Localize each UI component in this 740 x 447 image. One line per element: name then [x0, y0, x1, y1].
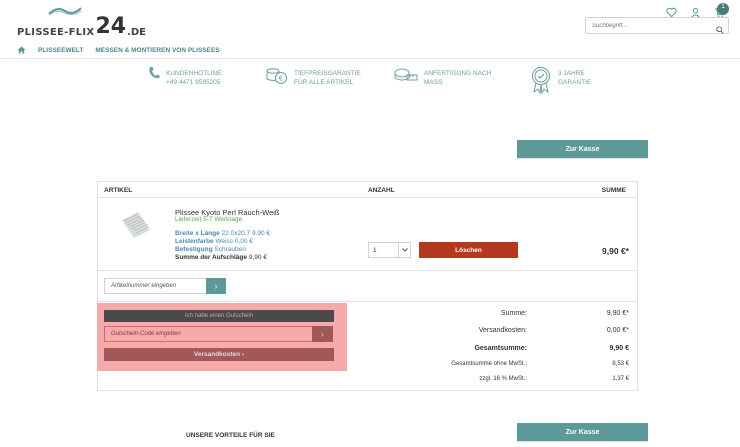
phone-icon	[148, 66, 160, 85]
quantity-select[interactable]: 1	[368, 242, 411, 258]
heart-icon[interactable]	[666, 5, 678, 18]
usp-tiefpreis-line2: FÜR ALLE ARTIKEL	[294, 78, 354, 86]
nav-item-plisseewelt[interactable]: PLISSEEWELT	[38, 47, 83, 54]
account-icon[interactable]	[690, 5, 702, 18]
logo-domain: .DE	[127, 27, 146, 38]
checkout-button-bottom[interactable]: Zur Kasse	[517, 423, 648, 441]
usp-hotline: KUNDENHOTLINE: +49 4471 9585205	[148, 66, 266, 99]
quantity-value: 1	[373, 246, 377, 254]
voucher-submit-button[interactable]: ›	[312, 326, 333, 342]
total-sum-label: Summe:	[500, 310, 527, 317]
search-box	[585, 17, 729, 34]
grand-total-label: Gesamtsumme:	[474, 345, 527, 352]
usp-bar: KUNDENHOTLINE: +49 4471 9585205 € TIEFPRE…	[148, 66, 591, 99]
svg-text:€: €	[279, 75, 283, 83]
nav-item-messen-montieren[interactable]: MESSEN & MONTIEREN VON PLISSEES	[95, 47, 219, 54]
usp-tiefpreis-line1: TIEFPREISGARANTIE	[294, 70, 361, 77]
col-sum: SUMME	[601, 187, 626, 194]
usp-anfertigung: ANFERTIGUNG NACH MASS	[394, 66, 530, 99]
article-number-submit-button[interactable]: ›	[206, 278, 226, 294]
net-total-label: Gesamtsumme ohne MwSt.:	[451, 361, 527, 367]
add-article-row: Artikelnummer eingeben ›	[98, 271, 637, 302]
benefits-heading: UNSERE VORTEILE FÜR SIE	[186, 432, 275, 439]
attr-mount: Befestigung Schrauben	[175, 246, 246, 253]
usp-garantie-line1: 3 JAHRE	[558, 70, 585, 77]
grand-total-value: 9,90 €	[609, 345, 629, 352]
total-sum-value: 9,90 €*	[606, 310, 629, 317]
article-number-input[interactable]: Artikelnummer eingeben	[104, 278, 207, 294]
cart-item-row: Plissee Kyoto Perl Rauch-Weiß Lieferzeit…	[98, 198, 637, 271]
measuring-tape-icon	[394, 66, 418, 89]
usp-hotline-line1: KUNDENHOTLINE:	[166, 70, 224, 77]
search-input[interactable]	[592, 22, 712, 29]
shipping-value: 0,00 €*	[606, 327, 629, 334]
search-icon[interactable]	[716, 21, 724, 39]
coins-euro-icon: €	[266, 66, 288, 91]
attr-mount-value: Schrauben	[214, 246, 246, 253]
usp-tiefpreis: € TIEFPREISGARANTIE FÜR ALLE ARTIKEL	[266, 66, 394, 99]
site-logo[interactable]: PLISSEE - FLIX 24 .DE	[17, 7, 146, 39]
checkout-button-top[interactable]: Zur Kasse	[517, 140, 648, 158]
usp-hotline-line2[interactable]: +49 4471 9585205	[166, 79, 223, 88]
attr-mount-label: Befestigung	[175, 246, 213, 253]
main-nav: PLISSEEWELT MESSEN & MONTIEREN VON PLISS…	[0, 42, 740, 59]
attr-color: Leistenfarbe Weiss 0,00 €	[175, 238, 253, 245]
cart-page: PLISSEE - FLIX 24 .DE 1 PLISSEEWELT MESS…	[0, 0, 740, 447]
cart-header: ARTIKEL ANZAHL SUMME	[98, 182, 637, 198]
voucher-panel: Ich habe einen Gutschein Gutschein-Code …	[97, 303, 347, 371]
attr-color-value: Weiss 0,00 €	[215, 238, 253, 245]
chevron-down-icon[interactable]	[398, 243, 410, 257]
award-badge-icon	[530, 66, 552, 99]
usp-anfertigung-line1: ANFERTIGUNG NACH	[424, 70, 492, 77]
attr-size: Breite x Länge 22.0x20.7 9.90 €	[175, 230, 270, 237]
vat-label: zzgl. 16 % MwSt.:	[479, 376, 527, 382]
voucher-code-input[interactable]: Gutschein-Code eingeben	[104, 326, 314, 342]
col-quantity: ANZAHL	[368, 187, 395, 194]
shipping-costs-button[interactable]: Versandkosten ›	[104, 348, 334, 361]
voucher-toggle-button[interactable]: Ich habe einen Gutschein	[104, 310, 334, 322]
product-thumbnail[interactable]	[120, 210, 152, 240]
surcharge-value: 9,90 €	[248, 254, 267, 261]
usp-garantie: 3 JAHRE GARANTIE	[530, 66, 591, 99]
usp-garantie-line2: GARANTIE	[558, 78, 592, 86]
attr-surcharge: Summe der Aufschläge 9,90 €	[175, 254, 267, 261]
surcharge-label: Summe der Aufschläge	[175, 254, 248, 261]
cart-icon[interactable]: 1	[714, 3, 729, 17]
logo-number: 24	[95, 14, 127, 39]
delivery-time: Lieferzeit 5-7 Werktage	[175, 216, 243, 223]
item-price: 9,90 €*	[602, 246, 629, 256]
logo-wave-icon	[48, 7, 82, 16]
usp-anfertigung-line2: MASS	[424, 78, 443, 86]
delete-button[interactable]: Löschen	[419, 242, 518, 258]
col-article: ARTIKEL	[104, 187, 133, 194]
net-total-value: 8,53 €	[612, 361, 629, 367]
logo-text-mid: FLIX	[68, 27, 95, 38]
vat-value: 1,37 €	[612, 376, 629, 382]
header-actions: 1	[666, 3, 729, 18]
logo-text-left: PLISSEE	[17, 27, 65, 38]
attr-color-label: Leistenfarbe	[175, 238, 214, 245]
cart-count-badge: 1	[717, 3, 729, 15]
shipping-label: Versandkosten:	[478, 327, 527, 334]
attr-size-value: 22.0x20.7 9.90 €	[221, 230, 271, 237]
attr-size-label: Breite x Länge	[175, 230, 220, 237]
home-icon[interactable]	[17, 41, 26, 59]
